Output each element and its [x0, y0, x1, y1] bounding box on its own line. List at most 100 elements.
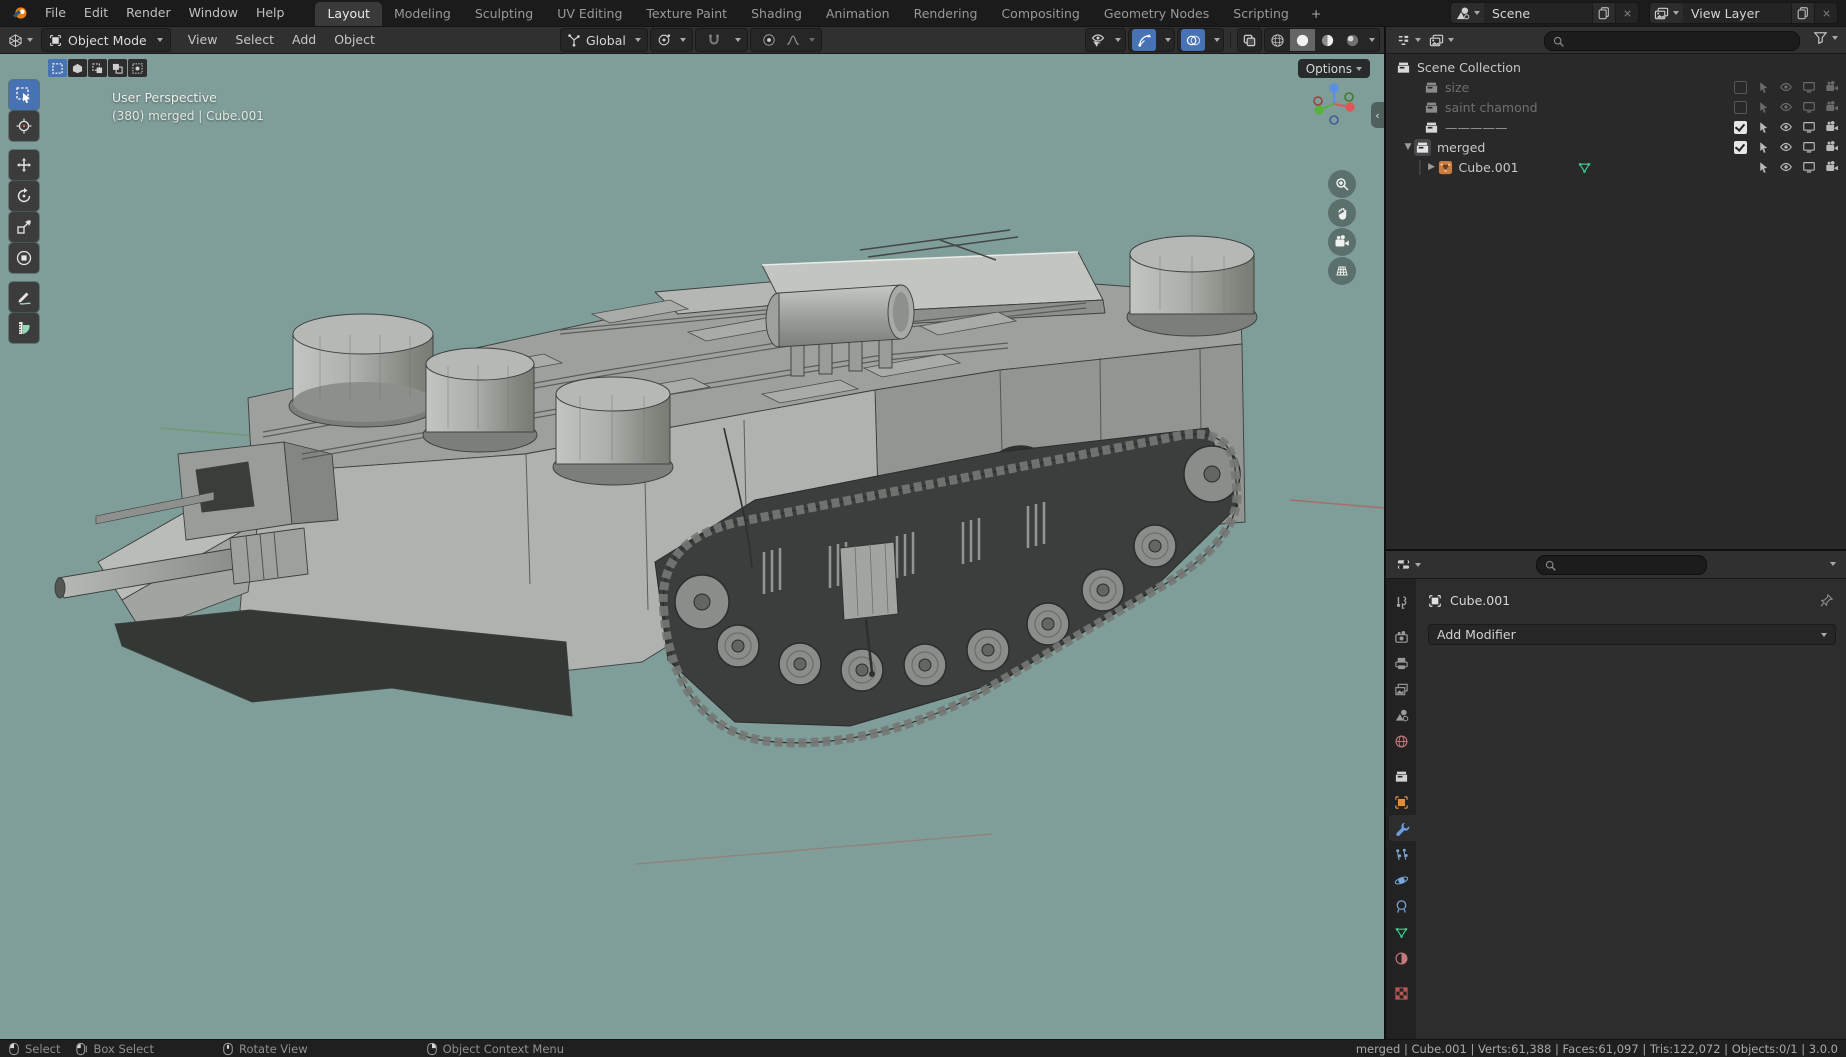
render-disable-icon[interactable] — [1824, 159, 1840, 175]
outliner-row-saint-chamond[interactable]: saint chamond — [1386, 97, 1846, 117]
hide-eye-icon[interactable] — [1778, 99, 1794, 115]
props-tab-scene[interactable] — [1386, 702, 1416, 728]
view-layer-browse-button[interactable] — [1650, 3, 1683, 23]
render-disable-icon[interactable] — [1824, 99, 1840, 115]
exclude-checkbox[interactable] — [1732, 119, 1748, 135]
options-button[interactable]: Options — [1297, 59, 1370, 78]
scene-name[interactable]: Scene — [1484, 6, 1592, 21]
tool-select-box[interactable] — [9, 80, 39, 110]
props-tab-object[interactable] — [1386, 789, 1416, 815]
props-tab-world[interactable] — [1386, 728, 1416, 754]
axis-gizmo[interactable] — [1310, 80, 1358, 128]
properties-options-chevron[interactable] — [1830, 562, 1836, 566]
add-workspace-button[interactable]: + — [1301, 2, 1331, 26]
outliner-editor-type-button[interactable] — [1392, 29, 1425, 51]
select-intersect-button[interactable] — [128, 59, 147, 77]
tab-rendering[interactable]: Rendering — [902, 2, 990, 26]
tab-modeling[interactable]: Modeling — [382, 2, 463, 26]
gizmos-chevron[interactable] — [1165, 38, 1171, 42]
3d-viewport[interactable]: User Perspective (380) merged | Cube.001… — [0, 54, 1384, 1039]
blender-logo-icon[interactable] — [10, 4, 30, 22]
render-disable-icon[interactable] — [1824, 79, 1840, 95]
shading-wireframe-button[interactable] — [1265, 29, 1290, 51]
show-visibility-dropdown[interactable] — [1085, 28, 1126, 52]
tool-scale[interactable] — [9, 212, 39, 242]
tool-cursor[interactable] — [9, 111, 39, 141]
pan-hand-button[interactable] — [1328, 199, 1356, 227]
outliner-display-mode-button[interactable] — [1425, 29, 1458, 51]
outliner-search-input[interactable] — [1544, 31, 1800, 51]
zoom-button[interactable] — [1328, 170, 1356, 198]
view-layer-copy-button[interactable] — [1791, 3, 1814, 23]
exclude-checkbox[interactable] — [1732, 99, 1748, 115]
props-tab-texture[interactable] — [1386, 980, 1416, 1006]
props-tab-particles[interactable] — [1386, 841, 1416, 867]
tool-transform[interactable] — [9, 243, 39, 273]
transform-orientation-dropdown[interactable]: Global — [560, 28, 648, 52]
shading-solid-button[interactable] — [1290, 29, 1315, 51]
falloff-curve-icon[interactable] — [786, 33, 800, 47]
scene-unlink-button[interactable] — [1615, 3, 1638, 23]
selectable-icon[interactable] — [1755, 139, 1771, 155]
overlays-chevron[interactable] — [1214, 38, 1220, 42]
tank-model[interactable] — [0, 54, 1384, 1039]
tool-measure[interactable] — [9, 313, 39, 343]
properties-search-input[interactable] — [1536, 555, 1707, 575]
tab-sculpting[interactable]: Sculpting — [463, 2, 545, 26]
selectable-icon[interactable] — [1755, 79, 1771, 95]
selectable-icon[interactable] — [1755, 99, 1771, 115]
menu-object[interactable]: Object — [325, 27, 384, 53]
falloff-chevron[interactable] — [808, 38, 815, 42]
xray-toggle[interactable] — [1237, 28, 1262, 52]
region-collapse-arrow[interactable]: ‹ — [1371, 102, 1384, 128]
pivot-point-dropdown[interactable] — [649, 28, 693, 52]
tab-compositing[interactable]: Compositing — [989, 2, 1091, 26]
hide-eye-icon[interactable] — [1778, 119, 1794, 135]
select-subtract-button[interactable] — [88, 59, 107, 77]
menu-view[interactable]: View — [179, 27, 227, 53]
properties-editor-type-button[interactable] — [1392, 554, 1425, 576]
snap-settings-chevron[interactable] — [734, 38, 741, 42]
snap-toggle[interactable] — [702, 29, 726, 51]
props-tab-collection[interactable] — [1386, 763, 1416, 789]
render-disable-icon[interactable] — [1824, 119, 1840, 135]
outliner-row-size[interactable]: size — [1386, 77, 1846, 97]
tab-animation[interactable]: Animation — [814, 2, 902, 26]
props-tab-render[interactable] — [1386, 624, 1416, 650]
scene-copy-button[interactable] — [1592, 3, 1615, 23]
scene-browse-button[interactable] — [1451, 3, 1484, 23]
viewport-disable-icon[interactable] — [1801, 159, 1817, 175]
outliner-row-merged[interactable]: ▼ merged — [1386, 137, 1846, 157]
exclude-checkbox[interactable] — [1732, 79, 1748, 95]
tab-scripting[interactable]: Scripting — [1221, 2, 1301, 26]
tool-annotate[interactable] — [9, 282, 39, 312]
tool-move[interactable] — [9, 150, 39, 180]
props-tab-constraints[interactable] — [1386, 893, 1416, 919]
gizmos-toggle[interactable] — [1132, 29, 1156, 51]
orthographic-toggle-button[interactable] — [1328, 257, 1356, 285]
menu-file[interactable]: File — [36, 0, 75, 26]
tool-rotate[interactable] — [9, 181, 39, 211]
camera-view-button[interactable] — [1328, 228, 1356, 256]
outliner-row-scene-collection[interactable]: Scene Collection — [1386, 57, 1846, 77]
viewport-disable-icon[interactable] — [1801, 79, 1817, 95]
expand-arrow[interactable]: ▶ — [1426, 162, 1438, 172]
menu-window[interactable]: Window — [180, 0, 247, 26]
pin-icon[interactable] — [1819, 593, 1834, 608]
menu-help[interactable]: Help — [247, 0, 294, 26]
tab-layout[interactable]: Layout — [315, 2, 382, 26]
add-modifier-button[interactable]: Add Modifier — [1428, 624, 1836, 645]
mode-selector[interactable]: Object Mode — [41, 28, 171, 52]
props-tab-physics[interactable] — [1386, 867, 1416, 893]
tab-shading[interactable]: Shading — [739, 2, 814, 26]
shading-chevron[interactable] — [1369, 38, 1375, 42]
tab-geometry-nodes[interactable]: Geometry Nodes — [1092, 2, 1221, 26]
menu-render[interactable]: Render — [117, 0, 180, 26]
outliner-row-dashes[interactable]: ————— — [1386, 117, 1846, 137]
hide-eye-icon[interactable] — [1778, 79, 1794, 95]
view-layer-name[interactable]: View Layer — [1683, 6, 1791, 21]
menu-add[interactable]: Add — [283, 27, 325, 53]
outliner-filter-button[interactable] — [1813, 30, 1838, 45]
props-tab-view-layer[interactable] — [1386, 676, 1416, 702]
menu-select[interactable]: Select — [226, 27, 283, 53]
